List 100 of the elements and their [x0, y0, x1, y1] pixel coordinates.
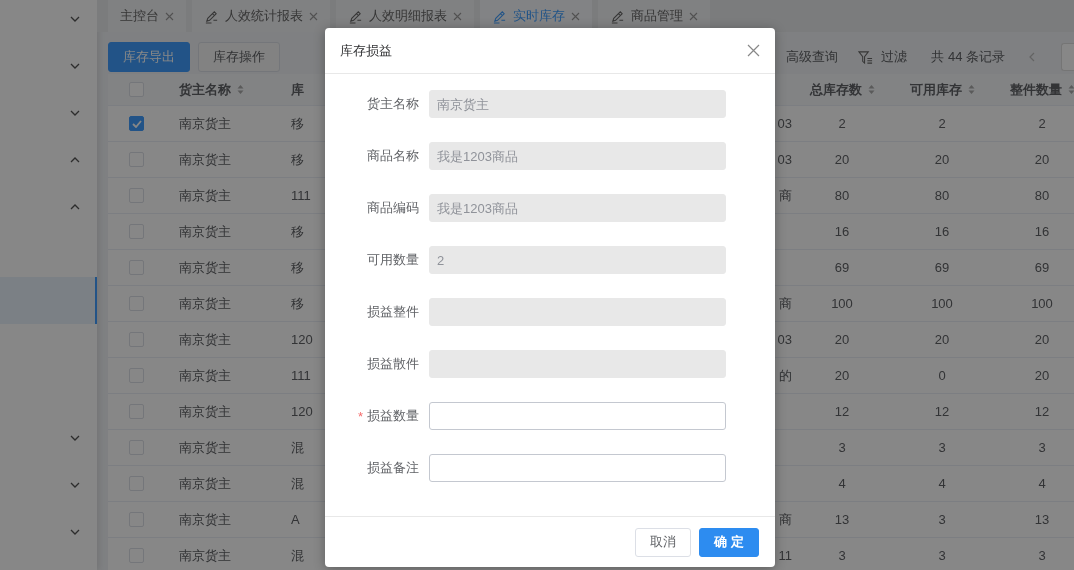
column-header[interactable]: 库 [291, 80, 304, 99]
table-cell: 南京货主 [179, 330, 231, 349]
table-cell: 100 [1031, 296, 1053, 311]
toolbar-button[interactable]: 库存操作 [198, 42, 280, 72]
sort-icon[interactable] [867, 84, 875, 95]
table-cell: 南京货主 [179, 474, 231, 493]
column-header[interactable]: 整件数量 [1009, 80, 1062, 99]
table-cell: 16 [834, 224, 850, 239]
column-header[interactable]: 可用库存 [909, 80, 962, 99]
input-field[interactable] [429, 454, 726, 482]
field-label: 损益备注 [367, 459, 419, 477]
table-cell: 12 [1034, 404, 1050, 419]
table-cell: 4 [938, 476, 946, 491]
table-cell: 20 [834, 332, 850, 347]
table-cell: 20 [934, 332, 950, 347]
chevron-left-icon[interactable] [1029, 52, 1035, 62]
sort-icon[interactable] [237, 84, 244, 95]
table-cell: 2 [1038, 116, 1046, 131]
table-cell: 20 [1034, 368, 1050, 383]
field-label: 损益数量 [367, 407, 419, 425]
field-label: 损益散件 [367, 355, 419, 373]
table-cell: 南京货主 [179, 186, 231, 205]
table-cell: 混 [291, 474, 304, 493]
filter-icon[interactable] [858, 49, 874, 65]
column-header[interactable]: 货主名称 [179, 80, 231, 99]
table-cell: 4 [1038, 476, 1046, 491]
close-icon[interactable] [689, 11, 698, 21]
table-cell: 111 [291, 188, 311, 203]
table-cell: 20 [1034, 332, 1050, 347]
table-cell: 2 [838, 116, 846, 131]
table-cell: 120 [291, 332, 313, 347]
menu-item[interactable] [0, 277, 97, 324]
cancel-button[interactable]: 取消 [635, 527, 692, 557]
table-cell: 16 [934, 224, 950, 239]
table-cell: A [291, 512, 300, 527]
chevron-icon[interactable] [70, 62, 80, 69]
table-cell: 3 [1038, 440, 1046, 455]
close-icon[interactable] [165, 11, 174, 21]
advanced-search-link[interactable]: 高级查询 [786, 48, 839, 66]
sort-icon[interactable] [967, 84, 975, 95]
table-cell: 南京货主 [179, 222, 231, 241]
field-label: 损益整件 [367, 303, 419, 321]
table-cell: 移 [291, 150, 304, 169]
table-cell: 混 [291, 546, 304, 565]
close-icon[interactable] [453, 11, 462, 21]
table-cell: 南京货主 [179, 366, 231, 385]
column-header[interactable]: 总库存数 [809, 80, 862, 99]
chevron-icon[interactable] [70, 109, 80, 116]
table-cell: 69 [1034, 260, 1050, 275]
table-cell: 南京货主 [179, 438, 231, 457]
sort-icon[interactable] [1067, 84, 1074, 95]
table-cell: 03 [777, 152, 792, 167]
table-cell: 南京货主 [179, 510, 231, 529]
required-mark: * [357, 408, 363, 424]
table-cell: 20 [1034, 152, 1050, 167]
table-cell: 100 [931, 296, 953, 311]
field-label: 商品编码 [367, 199, 419, 217]
table-cell: 11 [778, 548, 792, 563]
table-cell: 的 [779, 366, 792, 385]
table-cell: 商 [779, 186, 792, 205]
table-cell: 69 [834, 260, 850, 275]
chevron-icon[interactable] [70, 203, 80, 210]
table-cell: 3 [838, 440, 846, 455]
table-cell: 2 [938, 116, 946, 131]
chevron-icon[interactable] [70, 434, 80, 441]
filter-link[interactable]: 过滤 [881, 48, 908, 66]
chevron-icon[interactable] [70, 15, 80, 22]
tab[interactable]: 主控台 [108, 0, 186, 32]
table-cell: 80 [934, 188, 950, 203]
table-cell: 03 [777, 116, 792, 131]
table-cell: 3 [938, 548, 946, 563]
field-label: 货主名称 [367, 95, 419, 113]
chevron-icon[interactable] [70, 528, 80, 535]
close-icon[interactable] [747, 44, 760, 57]
table-cell: 16 [1034, 224, 1050, 239]
checkbox[interactable] [129, 116, 144, 131]
table-cell: 13 [834, 512, 850, 527]
input-field[interactable] [429, 402, 726, 430]
table-cell: 13 [1034, 512, 1050, 527]
table-cell: 69 [934, 260, 950, 275]
table-cell: 03 [777, 332, 792, 347]
table-cell: 移 [291, 222, 304, 241]
table-cell: 商 [779, 294, 792, 313]
table-cell: 3 [1038, 548, 1046, 563]
tab[interactable]: 人效统计报表 [192, 0, 330, 32]
table-cell: 南京货主 [179, 402, 231, 421]
table-cell: 80 [1034, 188, 1050, 203]
chevron-icon[interactable] [70, 156, 80, 163]
toolbar-button[interactable]: 库存导出 [108, 42, 190, 72]
confirm-button[interactable]: 确 定 [699, 527, 759, 557]
close-icon[interactable] [571, 11, 580, 21]
table-cell: 移 [291, 294, 304, 313]
chevron-icon[interactable] [70, 481, 80, 488]
table-cell: 3 [938, 440, 946, 455]
table-cell: 3 [838, 548, 846, 563]
table-cell: 12 [934, 404, 950, 419]
table-cell: 111 [291, 368, 311, 383]
close-icon[interactable] [309, 11, 318, 21]
table-cell: 100 [831, 296, 853, 311]
table-cell: 南京货主 [179, 258, 231, 277]
